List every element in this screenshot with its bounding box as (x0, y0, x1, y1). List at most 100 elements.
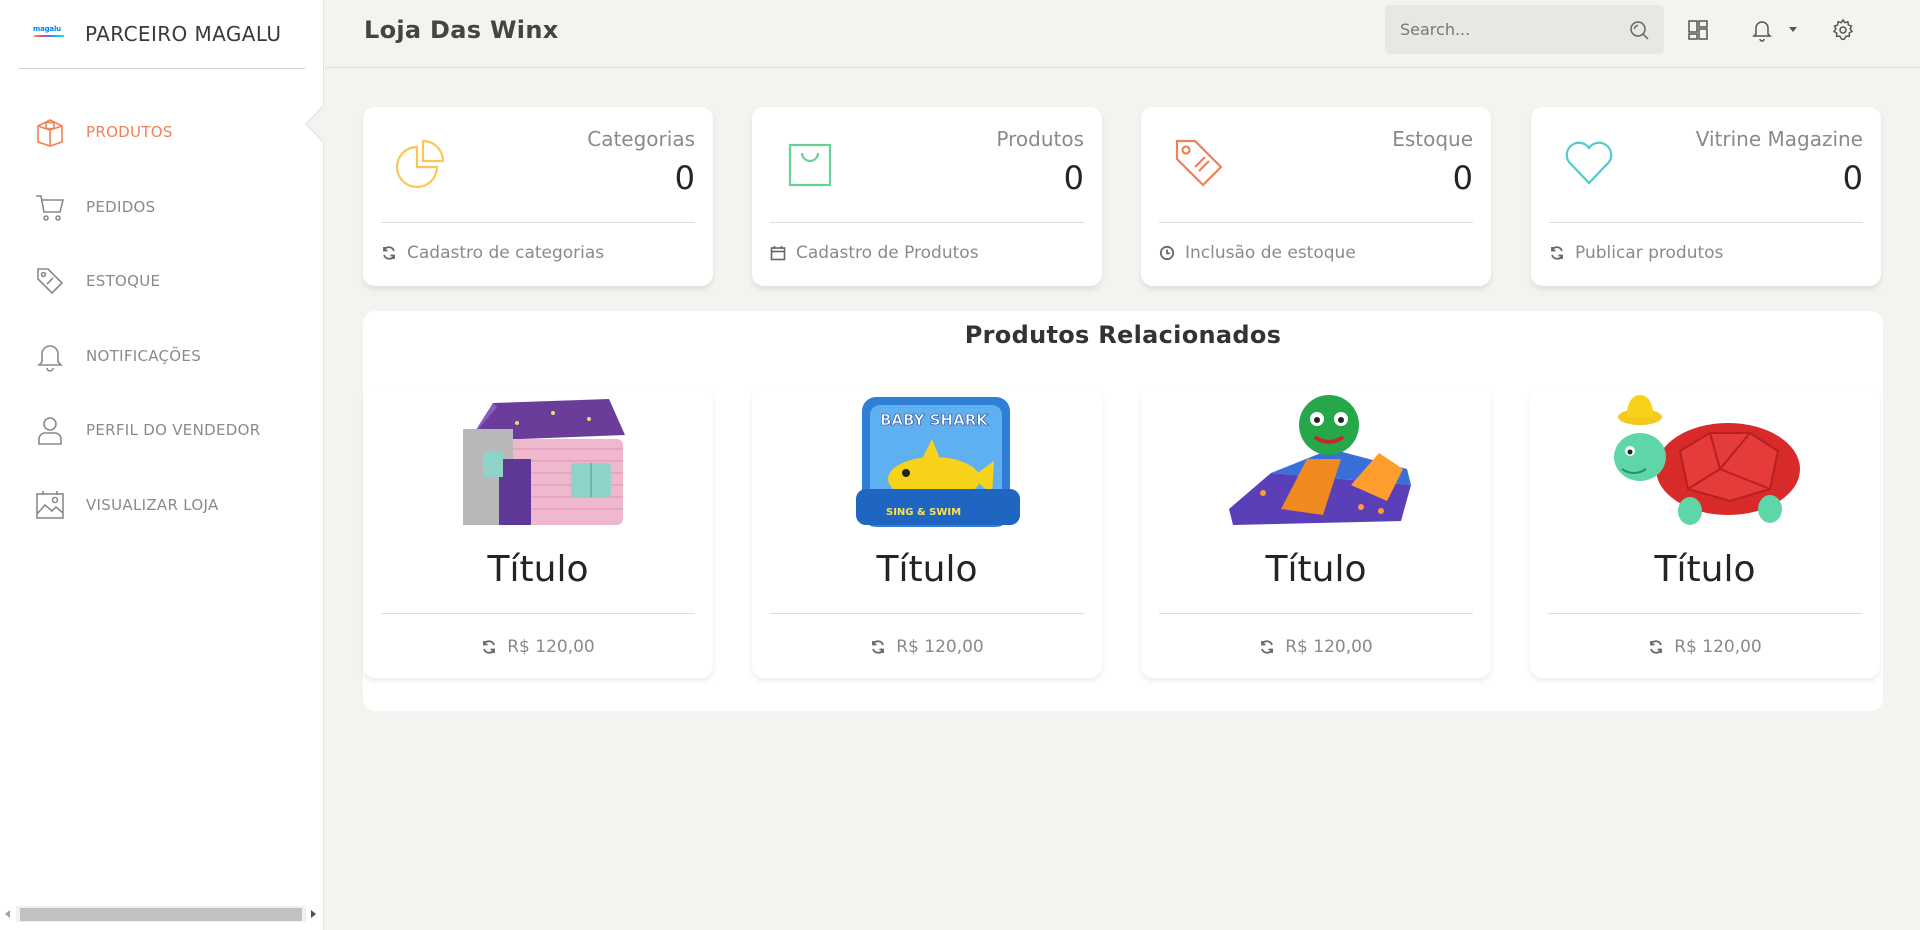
product-card[interactable]: Título R$ 120,00 (363, 387, 713, 678)
sidebar-item-label: VISUALIZAR LOJA (86, 495, 219, 514)
product-title: Título (876, 549, 978, 590)
baby-shark-toy-image: BABY SHARK SING & SWIM (856, 397, 1020, 527)
shopping-bag-icon (788, 143, 832, 187)
stat-footer-link[interactable]: Publicar produtos (1549, 243, 1723, 263)
related-products-title: Produtos Relacionados (964, 321, 1282, 349)
scroll-right-arrow-icon[interactable] (311, 910, 316, 918)
refresh-icon (1650, 640, 1663, 654)
product-price: R$ 120,00 (752, 637, 1102, 657)
sidebar-item-pedidos[interactable]: PEDIDOS (0, 170, 324, 245)
logo-bar (34, 35, 64, 37)
sidebar-item-perfil-do-vendedor[interactable]: PERFIL DO VENDEDOR (0, 393, 324, 468)
search-box[interactable] (1385, 5, 1664, 54)
tags-icon (37, 268, 64, 295)
sidebar-item-estoque[interactable]: ESTOQUE (0, 244, 324, 319)
divider (770, 222, 1084, 223)
stat-label: Estoque (1392, 127, 1473, 151)
product-card[interactable]: Título R$ 120,00 (1141, 387, 1491, 678)
heart-icon (1565, 141, 1613, 185)
price-tag-icon (1175, 139, 1223, 187)
refresh-icon (483, 640, 496, 654)
box-icon (37, 119, 63, 148)
divider (1159, 222, 1473, 223)
product-card[interactable]: Título R$ 120,00 (1530, 387, 1880, 678)
turtle-toy-image (1614, 395, 1800, 525)
product-price-value: R$ 120,00 (1285, 637, 1373, 657)
search-icon[interactable] (1628, 19, 1650, 41)
stat-label: Produtos (996, 127, 1084, 151)
product-price-value: R$ 120,00 (1674, 637, 1762, 657)
notifications-bell-icon[interactable] (1750, 18, 1774, 42)
pie-chart-icon (395, 139, 445, 189)
search-input[interactable] (1400, 20, 1620, 39)
brand[interactable]: magalu PARCEIRO MAGALU (19, 0, 305, 69)
product-title: Título (487, 549, 589, 590)
stat-value: 0 (674, 159, 695, 197)
page-title: Loja Das Winx (364, 16, 559, 44)
stat-footer-label: Publicar produtos (1575, 243, 1724, 263)
sidebar-item-label: ESTOQUE (86, 272, 161, 291)
stat-label: Categorias (587, 127, 695, 151)
sidebar-item-label: PRODUTOS (86, 123, 173, 142)
refresh-icon (1551, 246, 1563, 260)
divider (1548, 613, 1862, 614)
sidebar-item-label: PEDIDOS (86, 197, 156, 216)
dashboard-grid-icon[interactable] (1686, 18, 1710, 42)
svg-text:SING & SWIM: SING & SWIM (886, 507, 961, 518)
user-icon (38, 417, 62, 446)
sidebar-item-produtos[interactable]: PRODUTOS (0, 95, 324, 170)
divider (770, 613, 1084, 614)
calendar-icon (770, 246, 786, 261)
divider (381, 613, 695, 614)
product-price: R$ 120,00 (1141, 637, 1491, 657)
related-products-panel: Produtos Relacionados Título R$ 120,00 B… (363, 311, 1883, 711)
stat-card-vitrine-magazine: Vitrine Magazine 0 Publicar produtos (1531, 107, 1881, 286)
sidebar-item-visualizar-loja[interactable]: VISUALIZAR LOJA (0, 468, 324, 543)
chevron-down-icon[interactable] (1789, 27, 1797, 32)
scroll-left-arrow-icon[interactable] (5, 910, 10, 918)
stat-card-produtos: Produtos 0 Cadastro de Produtos (752, 107, 1102, 286)
refresh-icon (872, 640, 885, 654)
stat-footer-link[interactable]: Cadastro de Produtos (770, 243, 979, 263)
sidebar-item-label: NOTIFICAÇÕES (86, 346, 202, 365)
stat-footer-label: Cadastro de categorias (407, 243, 605, 263)
product-price: R$ 120,00 (363, 637, 713, 657)
sidebar-item-label: PERFIL DO VENDEDOR (86, 421, 261, 440)
product-title: Título (1654, 549, 1756, 590)
image-icon (36, 490, 64, 519)
active-item-indicator (305, 104, 325, 144)
stat-footer-label: Cadastro de Produtos (796, 243, 979, 263)
top-navbar: Loja Das Winx (325, 0, 1920, 68)
logo-text: magalu (33, 25, 61, 33)
divider (381, 222, 695, 223)
gear-icon[interactable] (1831, 18, 1855, 42)
divider (1159, 613, 1473, 614)
stat-label: Vitrine Magazine (1695, 127, 1863, 151)
product-price: R$ 120,00 (1530, 637, 1880, 657)
scrollbar-thumb[interactable] (20, 908, 302, 921)
sidebar-item-notificacoes[interactable]: NOTIFICAÇÕES (0, 319, 324, 394)
stat-footer-link[interactable]: Cadastro de categorias (381, 243, 604, 263)
refresh-icon (1261, 640, 1274, 654)
stat-card-estoque: Estoque 0 Inclusão de estoque (1141, 107, 1491, 286)
product-card[interactable]: BABY SHARK SING & SWIM Título R$ 120,00 (752, 387, 1102, 678)
stat-card-categorias: Categorias 0 Cadastro de categorias (363, 107, 713, 286)
playhouse-image (463, 399, 625, 525)
svg-text:BABY SHARK: BABY SHARK (880, 411, 989, 429)
product-title: Título (1265, 549, 1367, 590)
brand-name: PARCEIRO MAGALU (85, 22, 282, 46)
product-price-value: R$ 120,00 (896, 637, 984, 657)
stat-value: 0 (1452, 159, 1473, 197)
sidebar-nav: PRODUTOS PEDIDOS ESTOQUE NOTIFICAÇÕES PE… (0, 95, 324, 542)
horizontal-scrollbar[interactable] (0, 905, 322, 923)
stat-value: 0 (1063, 159, 1084, 197)
stat-footer-label: Inclusão de estoque (1185, 243, 1356, 263)
divider (1549, 222, 1863, 223)
magalu-logo: magalu (33, 23, 67, 45)
stat-footer-link[interactable]: Inclusão de estoque (1159, 243, 1356, 263)
cart-icon (36, 194, 65, 221)
stat-value: 0 (1842, 159, 1863, 197)
product-price-value: R$ 120,00 (507, 637, 595, 657)
refresh-icon (383, 246, 395, 260)
clock-icon (1159, 245, 1175, 261)
